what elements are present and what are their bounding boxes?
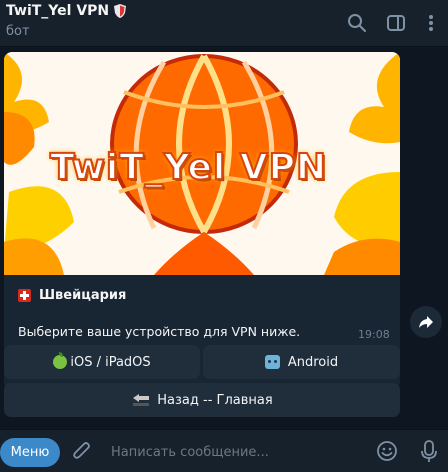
message-image[interactable]: TwiT_Yel VPN	[4, 52, 400, 275]
country-row: Швейцария	[18, 288, 126, 303]
paperclip-icon[interactable]	[72, 441, 92, 463]
bot-message-bubble: TwiT_Yel VPN Швейцария Выберите ваше уст…	[4, 52, 400, 390]
more-vertical-icon[interactable]	[420, 12, 442, 34]
country-name: Швейцария	[39, 288, 127, 303]
message-time: 19:08	[358, 328, 390, 341]
chat-title[interactable]: TwiT_Yel VPN	[6, 3, 109, 19]
search-icon[interactable]	[346, 12, 368, 34]
swiss-flag-icon	[18, 289, 31, 302]
logo-text: TwiT_Yel VPN	[49, 146, 328, 189]
chat-header: TwiT_Yel VPN бот	[0, 0, 448, 47]
forward-arrow-icon	[419, 316, 433, 328]
back-arrow-icon	[133, 394, 150, 406]
message-input-bar: Меню Написать сообщение...	[0, 429, 448, 472]
menu-button[interactable]: Меню	[0, 438, 60, 467]
android-button-label: Android	[287, 354, 339, 370]
back-button-label: Назад -- Главная	[157, 392, 273, 408]
emoji-icon[interactable]	[376, 440, 398, 462]
sidebar-toggle-icon[interactable]	[385, 12, 407, 34]
microphone-icon[interactable]	[421, 440, 437, 464]
chat-title-row[interactable]: TwiT_Yel VPN	[6, 3, 127, 19]
green-apple-icon	[53, 352, 68, 369]
robot-icon	[264, 355, 280, 369]
chat-subtitle: бот	[6, 24, 30, 39]
forward-button[interactable]	[410, 306, 442, 338]
ios-button[interactable]: iOS / iPadOS	[4, 345, 200, 379]
message-text: Выберите ваше устройство для VPN ниже.	[18, 324, 301, 339]
chat-area[interactable]: TwiT_Yel VPN Швейцария Выберите ваше уст…	[0, 48, 448, 429]
shield-icon	[114, 4, 127, 18]
android-button[interactable]: Android	[203, 345, 400, 379]
message-input[interactable]: Написать сообщение...	[111, 445, 269, 460]
ios-button-label: iOS / iPadOS	[70, 354, 151, 370]
back-main-button[interactable]: Назад -- Главная	[4, 383, 400, 417]
